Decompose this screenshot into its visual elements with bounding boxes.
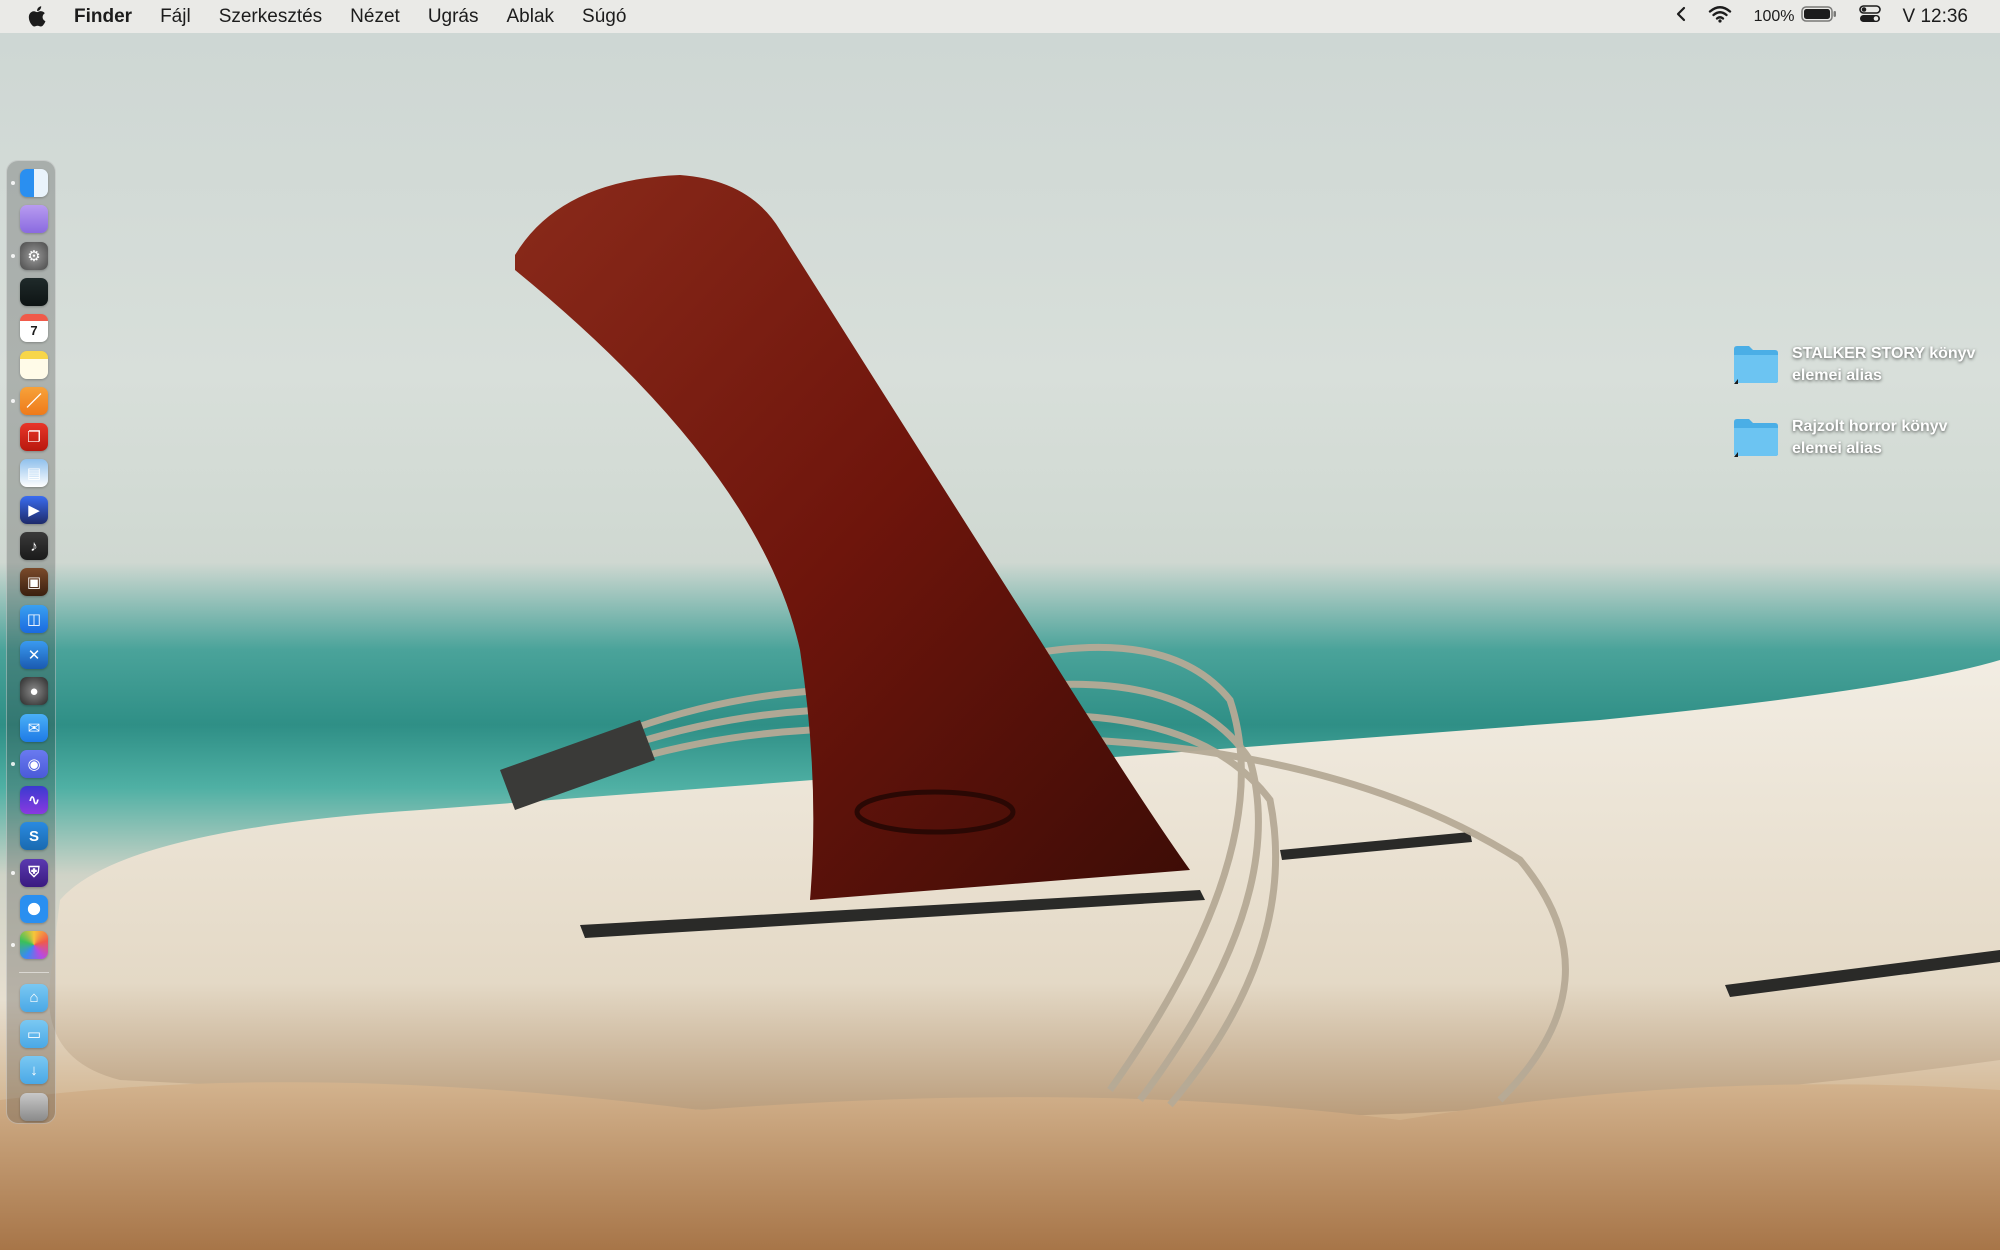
desktop-alias-rajzolt-horror[interactable]: Rajzolt horror könyv elemei alias [1732,416,2000,460]
xcode-icon[interactable]: ✕ [20,640,48,669]
menu-clock[interactable]: V 12:36 [1903,6,1969,28]
media-player-icon[interactable]: ▶ [20,495,48,524]
control-center-icon[interactable] [1858,4,1881,29]
chevron-left-icon[interactable] [1676,6,1686,28]
menu-help[interactable]: Súgó [568,0,640,33]
desktop-wallpaper [0,0,2000,1250]
menu-bar-left: Finder Fájl Szerkesztés Nézet Ugrás Abla… [0,0,640,33]
battery-status[interactable]: 100% [1753,5,1837,28]
preview-icon[interactable]: ▤ [20,459,48,488]
pdf-reader-icon[interactable]: ❐ [20,423,48,452]
photo-booth-icon[interactable]: ▣ [20,568,48,597]
running-indicator [11,181,15,185]
app-store-icon[interactable]: ◫ [20,604,48,633]
skype-icon[interactable]: S [20,822,48,851]
desktop-item-label: Rajzolt horror könyv elemei alias [1792,416,2000,460]
dock-separator [19,971,49,973]
wallpaper-surfboard-scene [0,175,2000,1250]
menu-bar-right: 100% V 12:36 [1676,4,2000,29]
notes-purple-icon[interactable] [20,205,48,234]
camera-app-icon[interactable]: ● [20,677,48,706]
calendar-day: 7 [30,323,38,339]
pages-icon[interactable]: ／ [20,386,48,415]
menu-view[interactable]: Nézet [336,0,414,33]
discord-icon[interactable]: ◉ [20,749,48,778]
safari-icon[interactable] [20,895,48,923]
calendar-icon[interactable]: 7 [20,314,48,343]
running-indicator [11,870,15,875]
battery-percent: 100% [1753,7,1795,25]
vpn-shield-icon[interactable]: ⛨ [20,858,48,887]
menu-go[interactable]: Ugrás [414,0,493,33]
mail-icon[interactable]: ✉ [20,713,48,742]
label-line-2: elemei alias [1792,440,1882,457]
desktop-item-label: STALKER STORY könyv elemei alias [1792,343,2000,387]
menu-edit[interactable]: Szerkesztés [205,0,336,33]
desktop-alias-stalker-story[interactable]: STALKER STORY könyv elemei alias [1732,343,2000,387]
trash-icon[interactable] [20,1092,48,1121]
downloads-folder-icon[interactable]: ↓ [20,1056,48,1085]
running-indicator [11,253,15,258]
activity-monitor-icon[interactable] [20,277,48,306]
stocks-icon[interactable]: ∿ [20,786,48,815]
menu-bar: Finder Fájl Szerkesztés Nézet Ugrás Abla… [0,0,2000,33]
battery-icon [1800,5,1837,28]
apple-menu-icon[interactable] [0,6,74,27]
applications-folder-icon[interactable]: ⌂ [20,983,48,1012]
logic-icon[interactable]: ♪ [20,532,48,560]
folder-alias-icon [1732,343,1780,385]
menu-app-finder[interactable]: Finder [74,0,146,33]
system-settings-icon[interactable]: ⚙ [20,241,48,270]
folder-alias-icon [1732,416,1780,458]
wifi-icon[interactable] [1708,5,1732,29]
documents-folder-icon[interactable]: ▭ [20,1019,48,1048]
photos-icon[interactable] [20,931,48,960]
running-indicator [11,761,15,766]
menu-file[interactable]: Fájl [146,0,205,33]
label-line-1: STALKER STORY könyv [1792,345,1976,362]
label-line-1: Rajzolt horror könyv [1792,418,1948,435]
dock: ⚙ 7 ／ ❐ ▤ ▶ ♪ ▣ ◫ ✕ ● ✉ ◉ ∿ S ⛨ ⌂ ▭ ↓ [6,160,56,1124]
notes-icon[interactable] [20,350,48,379]
menu-window[interactable]: Ablak [493,0,569,33]
running-indicator [11,398,15,403]
finder-icon[interactable] [20,169,48,197]
label-line-2: elemei alias [1792,367,1882,384]
running-indicator [11,943,15,948]
